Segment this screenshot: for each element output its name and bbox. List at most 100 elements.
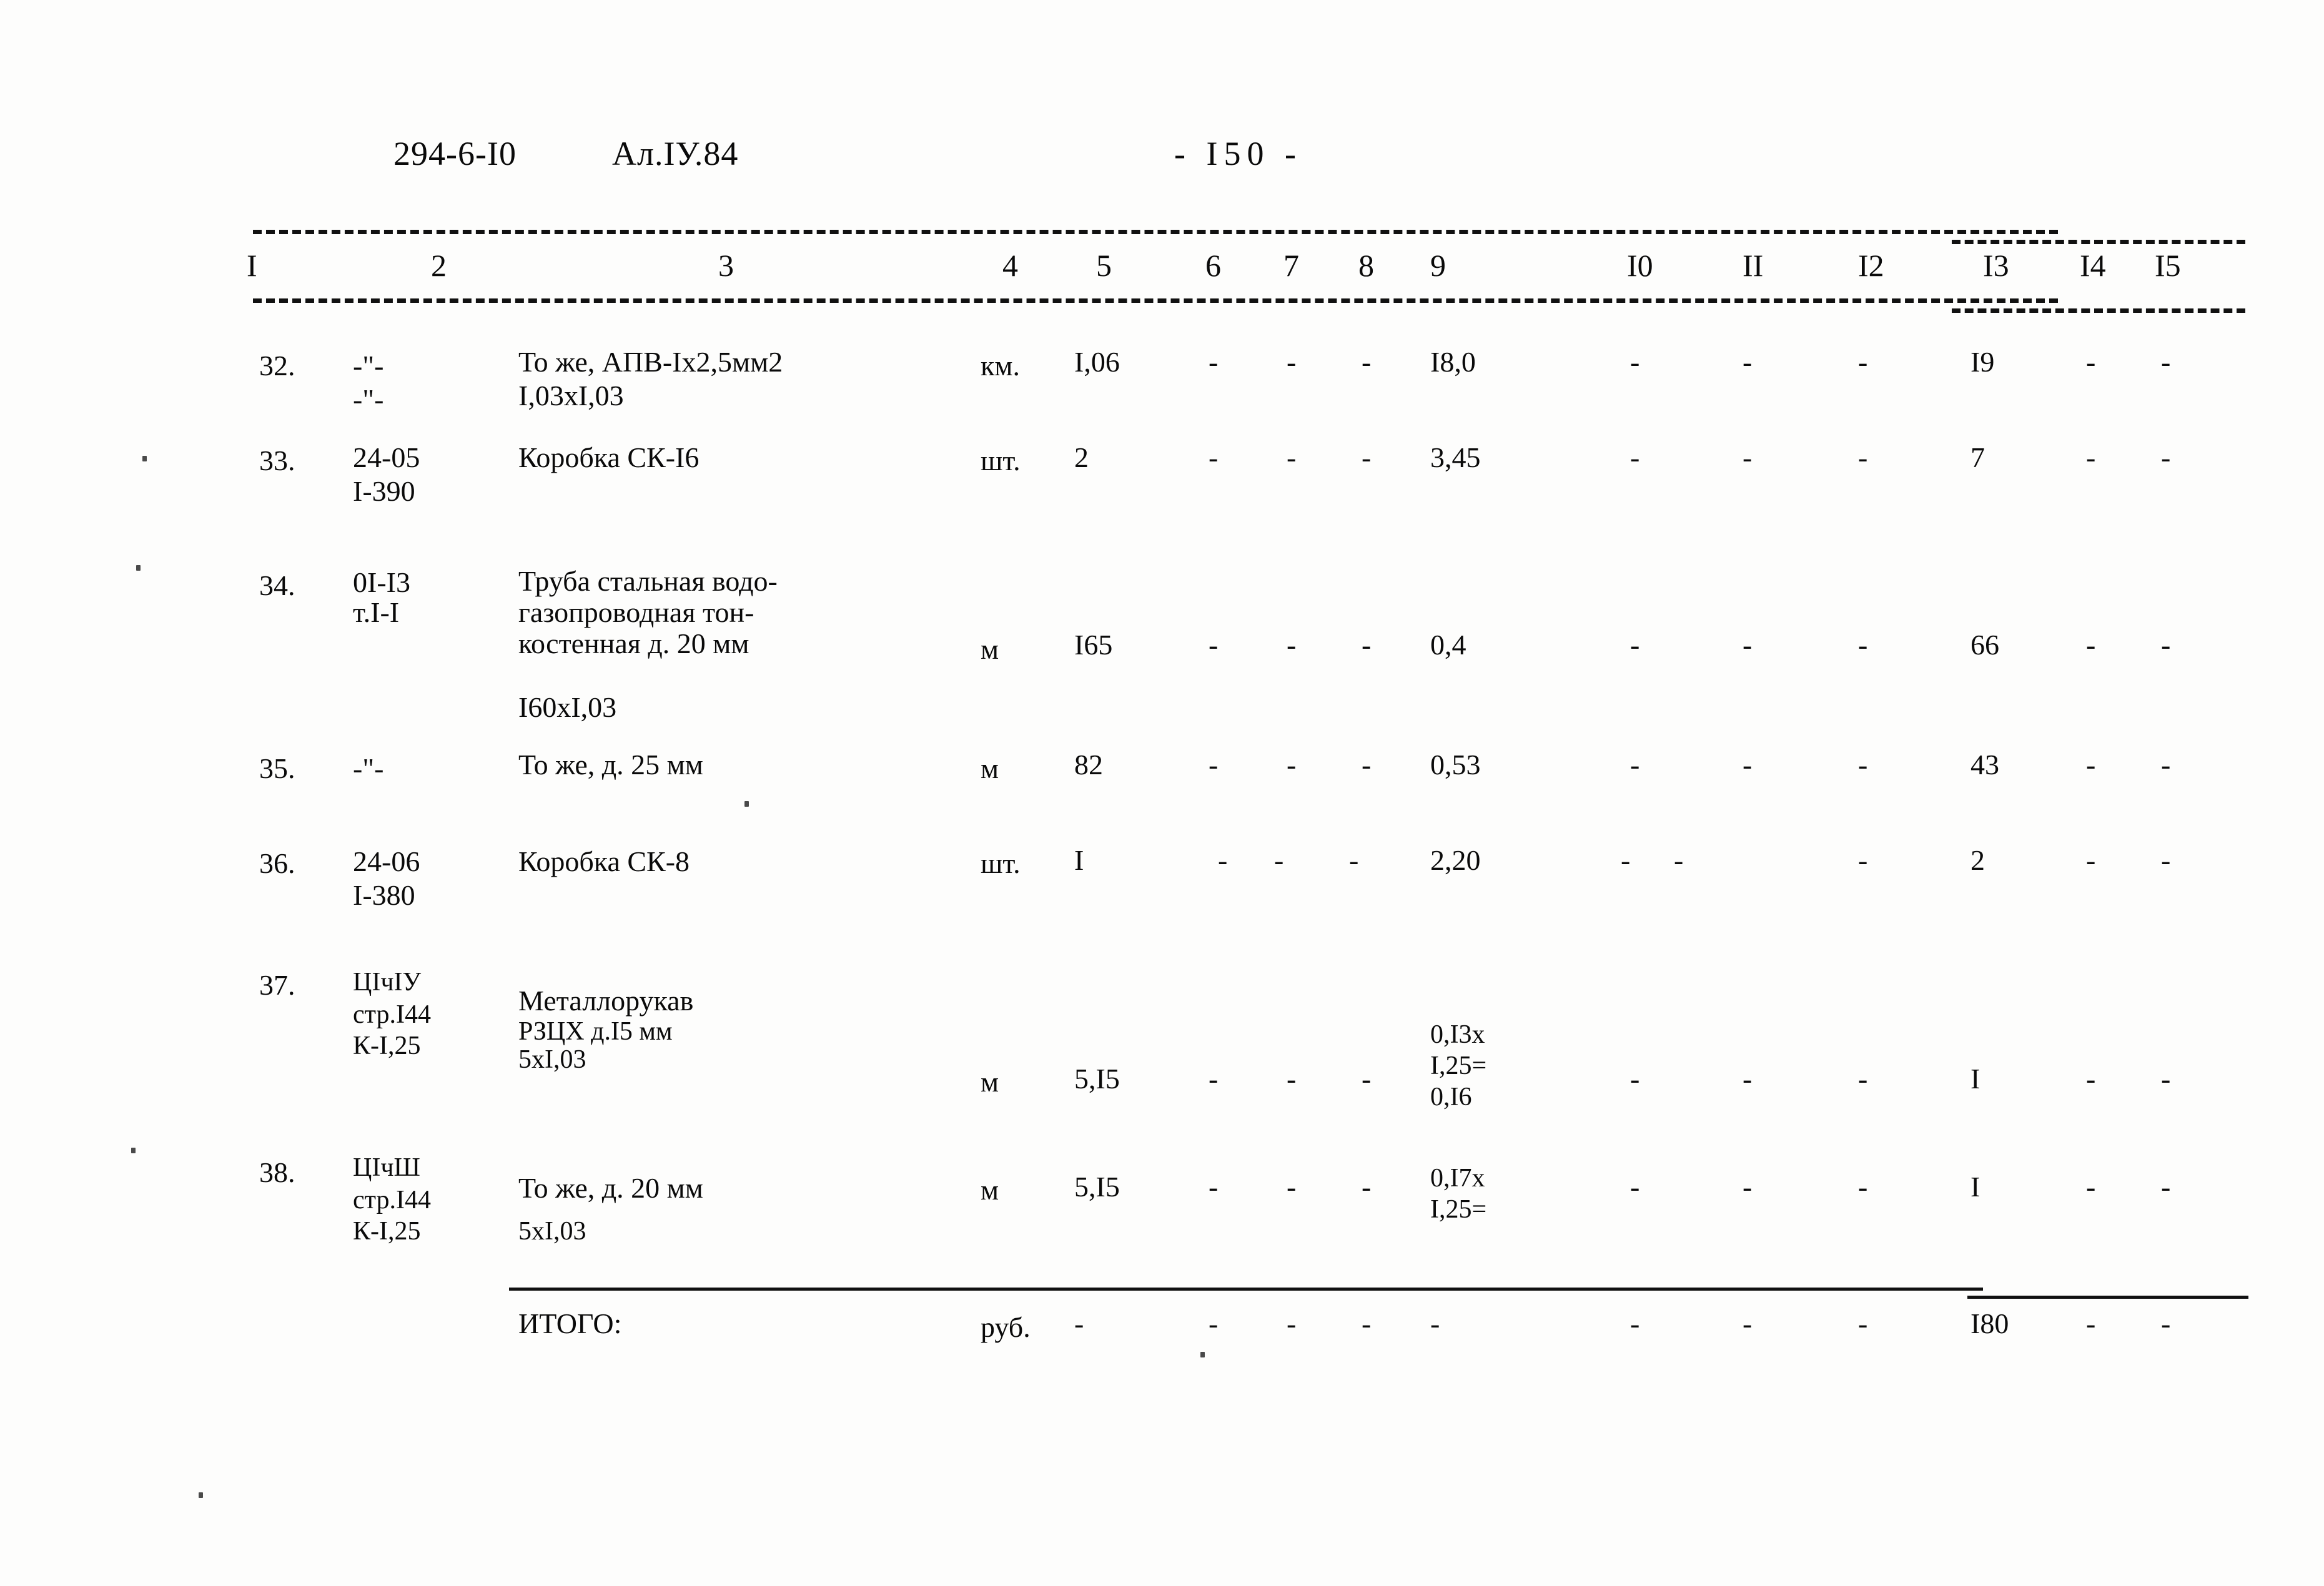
column-header-14: I4	[2080, 248, 2106, 283]
row-col10: -	[1630, 441, 1640, 473]
row-code-line2: стр.I44	[353, 1186, 431, 1214]
total-col12: -	[1858, 1308, 1868, 1339]
row-col6: -	[1209, 629, 1219, 661]
row-unit: шт.	[981, 445, 1021, 476]
row-name-line2: 5xI,03	[518, 1217, 586, 1246]
row-code-line2: I-380	[353, 879, 415, 911]
row-col8: -	[1362, 1171, 1372, 1203]
row-col10: -	[1630, 749, 1640, 781]
total-col7: -	[1287, 1308, 1297, 1339]
row-qty: I	[1074, 844, 1084, 876]
column-header-8: 8	[1358, 248, 1374, 283]
row-col14: -	[2086, 346, 2096, 378]
scan-speck	[744, 801, 749, 807]
row-col12: -	[1858, 1063, 1868, 1095]
row-col6: -	[1209, 441, 1219, 473]
row-code: ЦIчШ	[353, 1153, 420, 1182]
row-code-line2: I-390	[353, 475, 415, 507]
scan-speck	[142, 456, 147, 461]
row-unit: м	[981, 633, 999, 665]
row-col9-line3: 0,I6	[1430, 1083, 1472, 1111]
total-col14: -	[2086, 1308, 2096, 1339]
total-col10: -	[1630, 1308, 1640, 1339]
row-code-line2: -"-	[353, 383, 384, 415]
row-col15: -	[2161, 749, 2171, 781]
row-col8: -	[1362, 629, 1372, 661]
row-col8: -	[1362, 441, 1372, 473]
row-col11: -	[1743, 629, 1753, 661]
row-col9: 3,45	[1430, 441, 1481, 473]
table-row: 37.	[259, 969, 295, 1001]
row-col14: -	[2086, 441, 2096, 473]
row-code-line3: К-I,25	[353, 1032, 421, 1060]
row-col6: -	[1218, 844, 1228, 876]
row-unit: шт.	[981, 847, 1021, 879]
row-qty: I65	[1074, 629, 1113, 661]
table-row: 33.	[259, 445, 295, 476]
scan-speck	[136, 565, 141, 571]
row-col10: -	[1621, 844, 1631, 876]
row-col12: -	[1858, 1171, 1868, 1203]
row-code: -"-	[353, 350, 384, 382]
row-col9: I8,0	[1430, 346, 1476, 378]
row-col15: -	[2161, 346, 2171, 378]
row-col14: -	[2086, 1171, 2096, 1203]
total-col6: -	[1209, 1308, 1219, 1339]
row-col15: -	[2161, 441, 2171, 473]
row-col12: -	[1858, 749, 1868, 781]
row-col7: -	[1287, 1171, 1297, 1203]
row-col12: -	[1858, 844, 1868, 876]
row-col7: -	[1287, 1063, 1297, 1095]
row-col11: -	[1743, 441, 1753, 473]
row-col12: -	[1858, 629, 1868, 661]
column-header-13: I3	[1983, 248, 2009, 283]
row-col13: 66	[1970, 629, 1999, 661]
row-code: ЦIчIУ	[353, 968, 422, 997]
row-col10: -	[1630, 1171, 1640, 1203]
row-code-line2: т.I-I	[353, 596, 400, 628]
column-header-9: 9	[1430, 248, 1446, 283]
row-col12: -	[1858, 346, 1868, 378]
row-col7: -	[1287, 629, 1297, 661]
row-name: То же, д. 20 мм	[518, 1172, 703, 1204]
row-qty: I,06	[1074, 346, 1120, 378]
total-unit: руб.	[981, 1311, 1031, 1343]
row-name: Коробка СК-8	[518, 845, 690, 877]
row-col11: -	[1743, 346, 1753, 378]
row-col9: 2,20	[1430, 844, 1481, 876]
row-col7: -	[1287, 346, 1297, 378]
row-name: Труба стальная водо-	[518, 565, 778, 597]
column-header-11: II	[1743, 248, 1764, 283]
row-name: Коробка СК-I6	[518, 441, 700, 473]
scan-speck	[131, 1148, 136, 1153]
row-col8: -	[1362, 346, 1372, 378]
row-col11: -	[1674, 844, 1684, 876]
row-code-line3: К-I,25	[353, 1217, 421, 1246]
row-name-line4: I60xI,03	[518, 691, 617, 723]
total-col13: I80	[1970, 1308, 2009, 1339]
row-name-line2: I,03xI,03	[518, 380, 624, 411]
total-col9: -	[1430, 1308, 1440, 1339]
row-code: -"-	[353, 752, 384, 784]
column-header-1: I	[247, 248, 257, 283]
table-row: 32.	[259, 350, 295, 382]
row-col8: -	[1349, 844, 1359, 876]
table-row: 36.	[259, 847, 295, 879]
row-code: 24-06	[353, 845, 420, 877]
column-header-10: I0	[1627, 248, 1653, 283]
document-page: 294-6-I0 Ал.IУ.84 - I50 - I 2 3 4 5 6 7 …	[0, 0, 2324, 1586]
row-col11: -	[1743, 1063, 1753, 1095]
table-row: 34.	[259, 569, 295, 601]
row-qty: 82	[1074, 749, 1103, 781]
row-col7: -	[1274, 844, 1284, 876]
total-col15: -	[2161, 1308, 2171, 1339]
column-header-15: I5	[2155, 248, 2181, 283]
row-unit: м	[981, 1066, 999, 1098]
row-qty: 2	[1074, 441, 1089, 473]
row-col15: -	[2161, 844, 2171, 876]
total-col5: -	[1074, 1308, 1084, 1339]
row-name-line3: 5xI,03	[518, 1045, 586, 1074]
total-col8: -	[1362, 1308, 1372, 1339]
row-qty: 5,I5	[1074, 1171, 1120, 1203]
row-col9: 0,53	[1430, 749, 1481, 781]
